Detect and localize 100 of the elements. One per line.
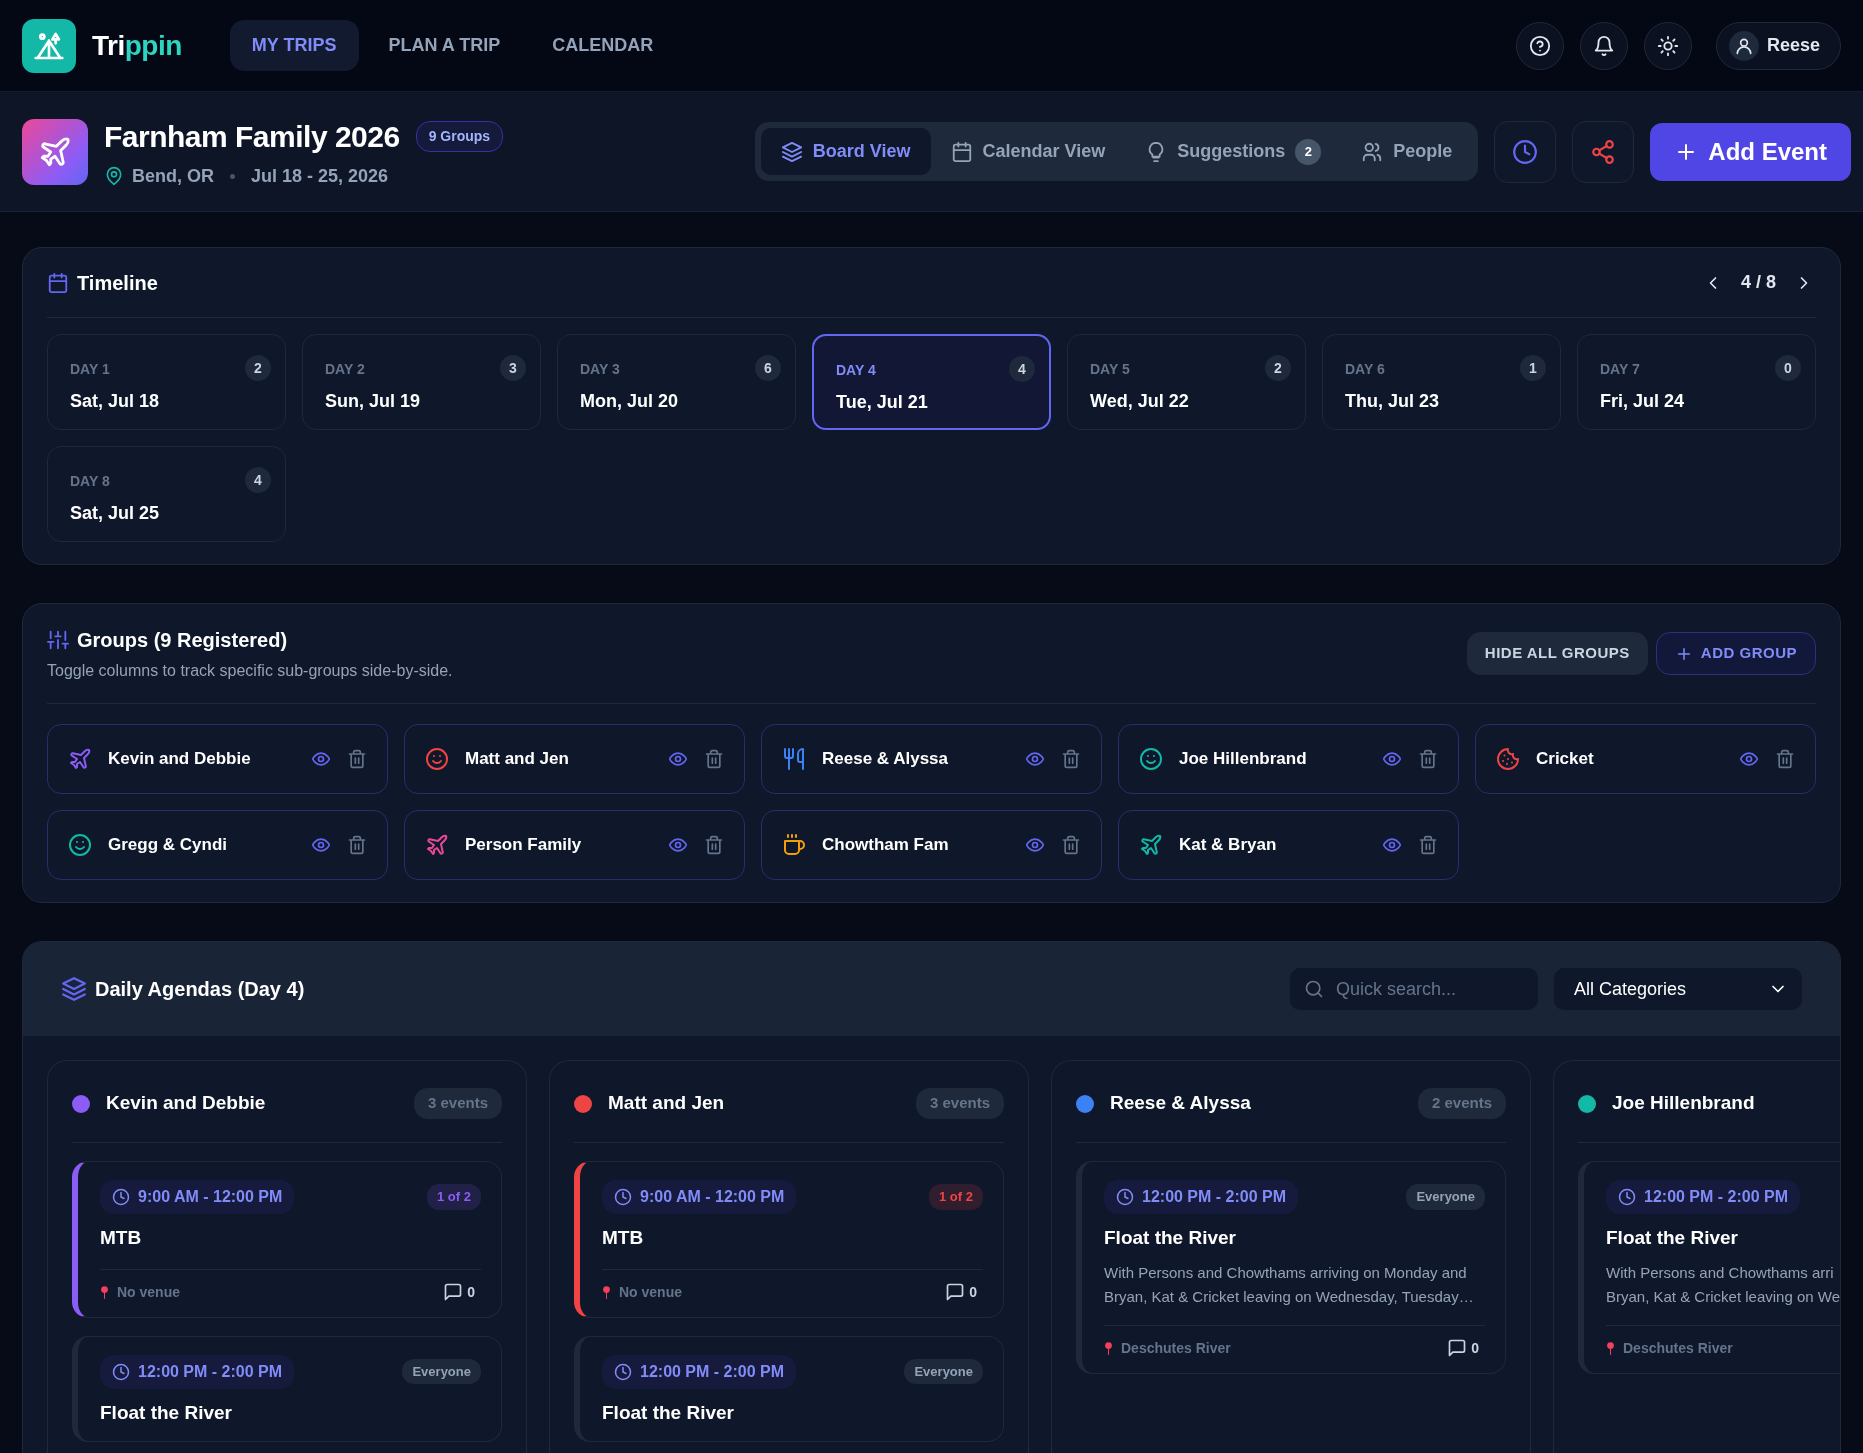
history-button[interactable] (1494, 120, 1557, 183)
add-group-button[interactable]: ADD GROUP (1655, 632, 1816, 675)
day-date: Sat, Jul 18 (70, 390, 160, 413)
eye-icon (1025, 835, 1045, 855)
event-count-badge: 4 (1009, 356, 1035, 382)
toggle-visibility-button[interactable] (1025, 835, 1045, 855)
delete-button[interactable] (1418, 835, 1438, 855)
trip-title: Farnham Family 2026 (104, 118, 400, 155)
day-label: DAY 2 (325, 360, 366, 379)
event-count-badge: 3 (500, 355, 526, 381)
event-title: Float the River (602, 1400, 735, 1425)
day-date: Sat, Jul 25 (70, 502, 160, 525)
toggle-visibility-button[interactable] (668, 749, 688, 769)
delete-button[interactable] (1061, 835, 1081, 855)
column-title: Matt and Jen (608, 1091, 725, 1116)
event-card[interactable]: 12:00 PM - 2:00 PM Everyone Float the River (72, 1335, 502, 1442)
event-count-badge: 4 (245, 467, 271, 493)
delete-button[interactable] (704, 749, 724, 769)
comments-button[interactable]: 0 (945, 1281, 977, 1303)
comment-icon (1447, 1338, 1468, 1358)
group-name: Matt and Jen (465, 748, 569, 771)
event-title: MTB (602, 1226, 645, 1250)
delete-button[interactable] (1061, 749, 1081, 769)
trash-icon (1061, 835, 1081, 855)
view-tab[interactable]: People (1341, 128, 1473, 175)
share-button[interactable] (1572, 120, 1635, 183)
venue-label: Deschutes River (1623, 1338, 1733, 1358)
toggle-visibility-button[interactable] (1025, 749, 1045, 769)
search-box[interactable]: Quick search... (1290, 968, 1538, 1010)
clock-icon (1512, 138, 1539, 165)
eye-icon (668, 835, 688, 855)
day-date: Thu, Jul 23 (1345, 390, 1440, 413)
event-count-badge: 3 events (413, 1088, 502, 1119)
calendar-icon (950, 140, 973, 163)
toggle-visibility-button[interactable] (1382, 835, 1402, 855)
eye-icon (311, 835, 331, 855)
day-card[interactable]: DAY 4 Tue, Jul 21 4 (812, 334, 1051, 430)
category-select[interactable]: All Categories (1554, 968, 1802, 1010)
eye-icon (668, 749, 688, 769)
trash-icon (347, 835, 367, 855)
toggle-visibility-button[interactable] (668, 835, 688, 855)
toggle-visibility-button[interactable] (311, 835, 331, 855)
nav-tab[interactable]: MY TRIPS (229, 20, 359, 71)
day-card[interactable]: DAY 3 Mon, Jul 20 6 (557, 334, 796, 430)
view-tab[interactable]: Calendar View (930, 128, 1126, 175)
event-card[interactable]: 12:00 PM - 2:00 PM Everyone Float the River With Persons and Chowthams arriving on Monday and Bryan, Kat & Cricket leaving on Wednesday, Tuesday… Deschutes River 0 (1076, 1161, 1506, 1374)
event-card[interactable]: 12:00 PM - 2:00 PM Float the River With Persons and Chowthams arri Bryan, Kat & Cricket leaving on We Deschutes River (1578, 1161, 1840, 1374)
day-card[interactable]: DAY 5 Wed, Jul 22 2 (1067, 334, 1306, 430)
event-card[interactable]: 9:00 AM - 12:00 PM 1 of 2 MTB No venue 0 (72, 1161, 502, 1318)
sliders-icon (47, 628, 69, 651)
delete-button[interactable] (347, 749, 367, 769)
day-label: DAY 8 (70, 472, 111, 491)
clock-icon (1618, 1188, 1636, 1206)
day-card[interactable]: DAY 7 Fri, Jul 24 0 (1577, 334, 1816, 430)
view-tab[interactable]: Board View (760, 128, 931, 175)
section-subtitle: Toggle columns to track specific sub-groups side-by-side. (47, 660, 453, 681)
airplane-icon (38, 134, 72, 169)
delete-button[interactable] (1775, 749, 1795, 769)
nav-tab[interactable]: PLAN A TRIP (366, 20, 523, 71)
comments-button[interactable]: 0 (443, 1281, 475, 1303)
trash-icon (1418, 835, 1438, 855)
day-date: Tue, Jul 21 (836, 391, 928, 414)
add-event-button[interactable]: Add Event (1650, 122, 1851, 181)
event-count-badge: 6 (755, 355, 781, 381)
day-label: DAY 1 (70, 360, 111, 379)
comment-icon (443, 1282, 464, 1302)
day-label: DAY 5 (1090, 360, 1131, 379)
nav-tab[interactable]: CALENDAR (530, 20, 676, 71)
trash-icon (704, 835, 724, 855)
event-card[interactable]: 12:00 PM - 2:00 PM Everyone Float the River (574, 1335, 1004, 1442)
clock-icon (614, 1188, 632, 1206)
event-tag: Everyone (1406, 1184, 1485, 1210)
day-label: DAY 7 (1600, 360, 1641, 379)
user-menu-button[interactable]: Reese (1715, 21, 1841, 70)
delete-button[interactable] (1418, 749, 1438, 769)
groups-count-badge: 9 Groups (415, 120, 504, 152)
view-tab[interactable]: Suggestions 2 (1125, 128, 1342, 175)
event-count-badge: 3 events (915, 1088, 1004, 1119)
section-title: Groups (9 Registered) (77, 627, 288, 653)
event-tag: 1 of 2 (929, 1184, 983, 1210)
comments-button[interactable]: 0 (1447, 1337, 1479, 1359)
search-field[interactable]: Quick search... (1334, 974, 1524, 1004)
day-card[interactable]: DAY 2 Sun, Jul 19 3 (302, 334, 541, 430)
delete-button[interactable] (347, 835, 367, 855)
day-card[interactable]: DAY 6 Thu, Jul 23 1 (1322, 334, 1561, 430)
event-card[interactable]: 9:00 AM - 12:00 PM 1 of 2 MTB No venue 0 (574, 1161, 1004, 1318)
delete-button[interactable] (704, 835, 724, 855)
toggle-visibility-button[interactable] (1382, 749, 1402, 769)
group-name: Reese & Alyssa (822, 748, 948, 771)
hide-all-groups-button[interactable]: HIDE ALL GROUPS (1466, 632, 1648, 675)
event-tag: Everyone (904, 1358, 983, 1385)
trash-icon (1418, 749, 1438, 769)
layers-icon (61, 976, 87, 1002)
sun-icon (1656, 34, 1679, 57)
day-label: DAY 4 (836, 361, 877, 380)
event-tag: Everyone (402, 1358, 481, 1385)
toggle-visibility-button[interactable] (1739, 749, 1759, 769)
day-card[interactable]: DAY 8 Sat, Jul 25 4 (47, 446, 286, 542)
toggle-visibility-button[interactable] (311, 749, 331, 769)
day-card[interactable]: DAY 1 Sat, Jul 18 2 (47, 334, 286, 430)
